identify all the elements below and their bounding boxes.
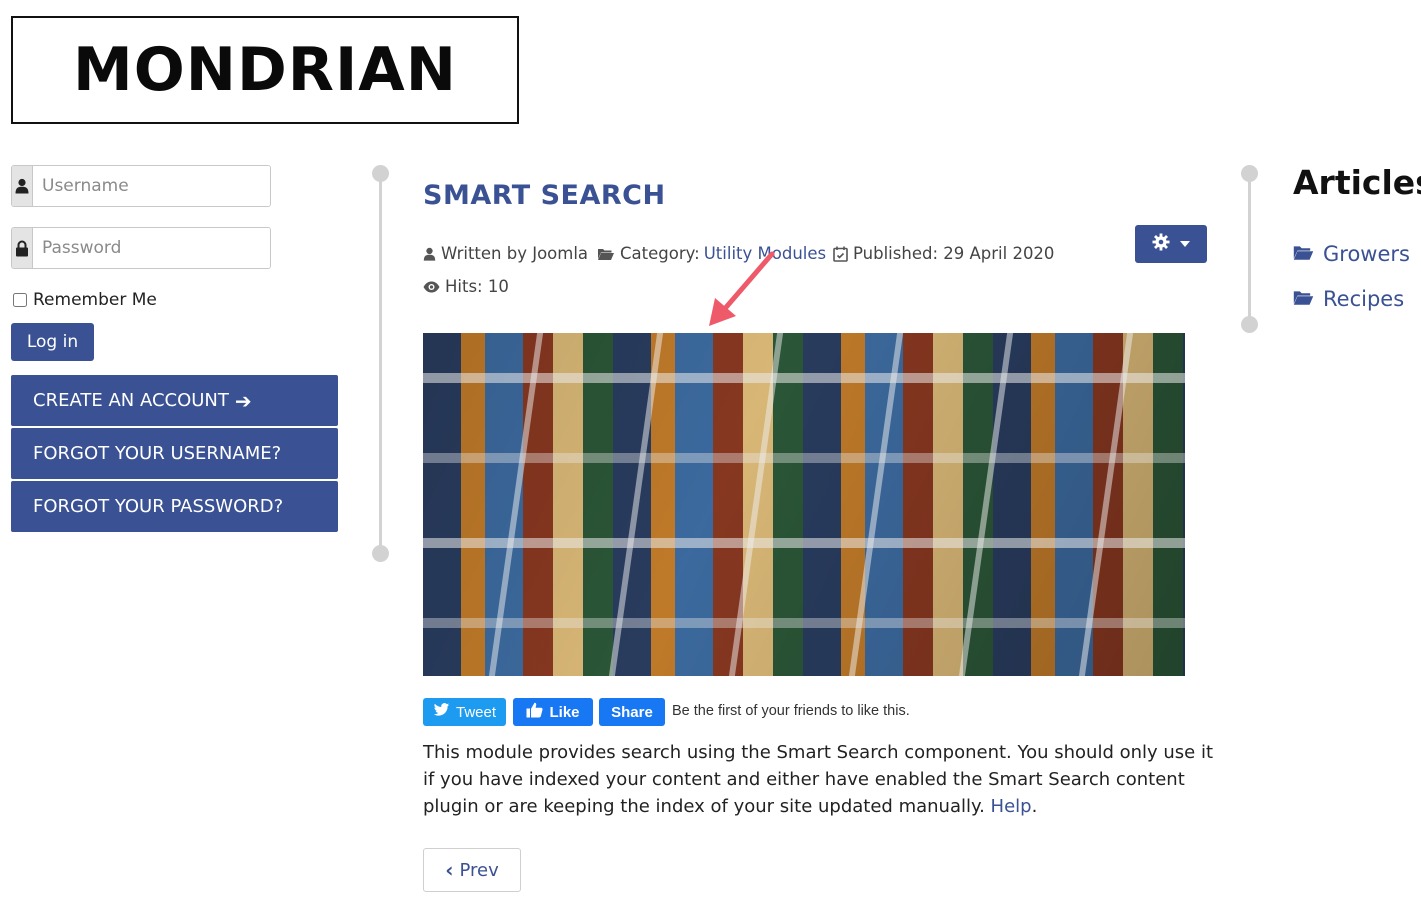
left-divider-line	[379, 173, 382, 553]
article-author: Written by Joomla	[423, 244, 588, 263]
sidebar-link-growers[interactable]: Growers	[1292, 242, 1410, 266]
forgot-username-label: FORGOT YOUR USERNAME?	[33, 443, 282, 464]
eye-icon	[423, 281, 440, 293]
remember-checkbox[interactable]	[13, 293, 27, 307]
create-account-label: CREATE AN ACCOUNT	[33, 390, 229, 411]
published-text: Published: 29 April 2020	[853, 244, 1055, 263]
prev-button[interactable]: ‹ Prev	[423, 848, 521, 892]
annotation-arrow-icon	[709, 251, 775, 326]
username-group	[11, 165, 271, 207]
password-group	[11, 227, 271, 269]
facebook-share-button[interactable]: Share	[599, 698, 665, 726]
prev-label: Prev	[459, 859, 499, 881]
article-title: SMART SEARCH	[423, 180, 666, 211]
folder-open-icon	[597, 247, 615, 261]
lock-icon	[12, 228, 33, 268]
folder-open-icon	[1292, 242, 1315, 266]
user-icon	[423, 247, 436, 261]
chevron-left-icon: ‹	[445, 858, 454, 882]
forgot-username-button[interactable]: FORGOT YOUR USERNAME?	[11, 428, 338, 479]
facebook-like-button[interactable]: Like	[513, 698, 593, 726]
gear-icon	[1152, 233, 1170, 256]
calendar-check-icon	[833, 246, 848, 262]
left-divider-dot-top	[372, 165, 389, 182]
site-logo[interactable]: MONDRIAN	[11, 16, 519, 124]
article-body: This module provides search using the Sm…	[423, 739, 1223, 820]
right-divider-line	[1248, 173, 1251, 325]
article-tools-dropdown[interactable]	[1135, 225, 1207, 263]
remember-me[interactable]: Remember Me	[11, 290, 157, 310]
hits-text: Hits: 10	[445, 277, 509, 296]
article-body-end: .	[1031, 796, 1038, 817]
article-published: Published: 29 April 2020	[833, 244, 1054, 263]
article-hits: Hits: 10	[423, 277, 509, 296]
articles-heading: Articles	[1293, 163, 1421, 202]
login-button[interactable]: Log in	[11, 323, 94, 361]
remember-label: Remember Me	[33, 290, 157, 310]
author-text: Written by Joomla	[441, 244, 589, 263]
password-input[interactable]	[33, 228, 270, 268]
forgot-password-label: FORGOT YOUR PASSWORD?	[33, 496, 284, 517]
tweet-label: Tweet	[455, 703, 497, 721]
thumbs-up-icon	[526, 702, 544, 722]
logo-text: MONDRIAN	[73, 35, 457, 105]
article-body-text: This module provides search using the Sm…	[423, 742, 1214, 817]
forgot-password-button[interactable]: FORGOT YOUR PASSWORD?	[11, 481, 338, 532]
arrow-right-icon: ➔	[234, 388, 252, 413]
right-divider-dot-top	[1241, 165, 1258, 182]
chevron-down-icon	[1180, 241, 1190, 247]
left-divider-dot-bottom	[372, 545, 389, 562]
like-label: Like	[549, 703, 580, 721]
share-label: Share	[611, 703, 653, 721]
folder-open-icon	[1292, 287, 1315, 311]
username-input[interactable]	[33, 166, 270, 206]
create-account-button[interactable]: CREATE AN ACCOUNT ➔	[11, 375, 338, 426]
category-label: Category:	[620, 244, 700, 263]
recipes-label: Recipes	[1323, 287, 1405, 311]
growers-label: Growers	[1323, 242, 1410, 266]
twitter-bird-icon	[433, 703, 450, 721]
facebook-like-prompt: Be the first of your friends to like thi…	[672, 703, 910, 719]
right-divider-dot-bottom	[1241, 316, 1258, 333]
article-image	[423, 333, 1185, 676]
tweet-button[interactable]: Tweet	[423, 698, 506, 726]
sidebar-link-recipes[interactable]: Recipes	[1292, 287, 1404, 311]
help-link[interactable]: Help	[991, 796, 1032, 817]
user-icon	[12, 166, 33, 206]
